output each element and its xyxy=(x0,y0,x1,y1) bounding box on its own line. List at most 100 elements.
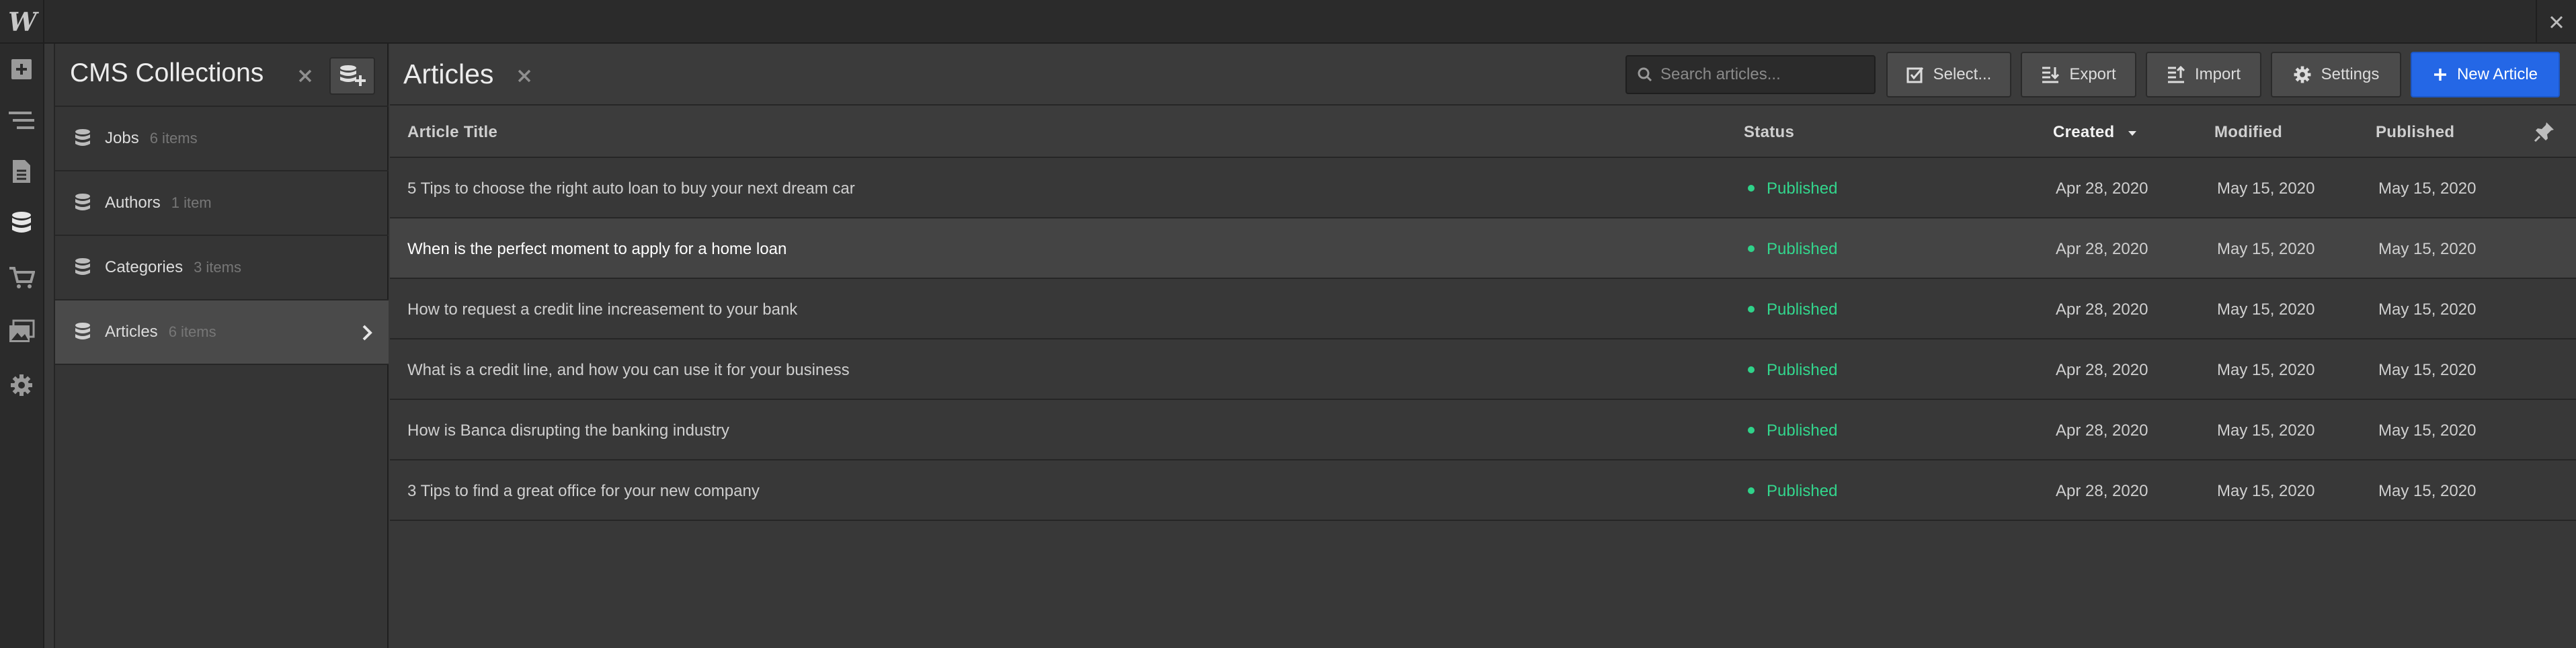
collection-name: Jobs xyxy=(105,129,139,147)
database-icon xyxy=(75,258,90,275)
export-button[interactable]: Export xyxy=(2021,52,2136,97)
created-date: Apr 28, 2020 xyxy=(2056,240,2148,258)
database-icon xyxy=(75,323,90,339)
status-dot xyxy=(1748,245,1755,252)
settings-button[interactable]: Settings xyxy=(2271,52,2401,97)
new-article-button[interactable]: New Article xyxy=(2411,52,2560,97)
settings-tool-button[interactable] xyxy=(0,360,43,411)
column-header-status[interactable]: Status xyxy=(1744,123,1794,142)
top-bar: W xyxy=(0,0,2576,44)
collection-name: Authors xyxy=(105,194,161,212)
modified-date: May 15, 2020 xyxy=(2217,482,2315,500)
table-row[interactable]: How to request a credit line increasemen… xyxy=(390,279,2576,339)
assets-button[interactable] xyxy=(0,306,43,357)
collection-count: 1 item xyxy=(171,194,212,211)
close-icon xyxy=(298,69,312,83)
published-date: May 15, 2020 xyxy=(2378,421,2477,440)
status-dot xyxy=(1748,366,1755,373)
pin-icon[interactable] xyxy=(2533,120,2556,143)
article-title: 5 Tips to choose the right auto loan to … xyxy=(407,179,855,198)
status-badge: Published xyxy=(1767,421,1838,440)
import-icon xyxy=(2167,66,2185,83)
table-row[interactable]: How is Banca disrupting the banking indu… xyxy=(390,400,2576,460)
table-header: Article Title Status Created Modified Pu… xyxy=(390,106,2576,158)
published-date: May 15, 2020 xyxy=(2378,240,2477,258)
images-icon xyxy=(9,319,35,342)
close-icon xyxy=(518,69,531,83)
page-title: Articles xyxy=(403,58,494,89)
add-panel-button[interactable] xyxy=(0,44,43,95)
logo-text: W xyxy=(8,7,37,37)
status-dot xyxy=(1748,487,1755,494)
created-date: Apr 28, 2020 xyxy=(2056,300,2148,319)
published-date: May 15, 2020 xyxy=(2378,179,2477,198)
collection-item-authors[interactable]: Authors 1 item xyxy=(55,171,389,236)
chevron-right-icon xyxy=(362,325,372,341)
collection-item-articles[interactable]: Articles 6 items xyxy=(55,300,389,365)
collection-name: Articles xyxy=(105,323,158,341)
created-header-label: Created xyxy=(2053,123,2115,141)
search-icon xyxy=(1638,67,1652,82)
published-date: May 15, 2020 xyxy=(2378,361,2477,379)
article-title: What is a credit line, and how you can u… xyxy=(407,361,850,379)
status-badge: Published xyxy=(1767,179,1838,198)
ecommerce-button[interactable] xyxy=(0,252,43,303)
articles-header: Articles Select... Export Import Setting… xyxy=(390,44,2576,106)
modified-date: May 15, 2020 xyxy=(2217,421,2315,440)
article-title: How is Banca disrupting the banking indu… xyxy=(407,421,729,440)
modified-date: May 15, 2020 xyxy=(2217,300,2315,319)
database-icon xyxy=(75,194,90,210)
new-article-label: New Article xyxy=(2456,65,2538,83)
settings-label: Settings xyxy=(2321,65,2380,83)
export-label: Export xyxy=(2069,65,2116,83)
collection-item-categories[interactable]: Categories 3 items xyxy=(55,236,389,300)
column-header-published[interactable]: Published xyxy=(2376,123,2454,142)
close-collections-button[interactable] xyxy=(292,63,319,89)
table-row[interactable]: What is a credit line, and how you can u… xyxy=(390,339,2576,400)
close-icon xyxy=(2550,15,2563,28)
webflow-logo[interactable]: W xyxy=(0,0,44,44)
modified-date: May 15, 2020 xyxy=(2217,240,2315,258)
gear-icon xyxy=(2294,66,2311,83)
collection-item-jobs[interactable]: Jobs 6 items xyxy=(55,107,389,171)
status-dot xyxy=(1748,427,1755,434)
add-collection-button[interactable] xyxy=(329,57,375,95)
collections-header: CMS Collections xyxy=(55,44,389,107)
collection-count: 6 items xyxy=(168,323,216,340)
collection-count: 6 items xyxy=(149,130,198,147)
collection-count: 3 items xyxy=(194,259,241,276)
created-date: Apr 28, 2020 xyxy=(2056,361,2148,379)
search-input[interactable] xyxy=(1660,65,1862,84)
created-date: Apr 28, 2020 xyxy=(2056,482,2148,500)
column-header-modified[interactable]: Modified xyxy=(2214,123,2282,142)
modified-date: May 15, 2020 xyxy=(2217,361,2315,379)
pages-button[interactable] xyxy=(0,146,43,197)
column-header-created[interactable]: Created xyxy=(2053,123,2138,142)
cms-button[interactable] xyxy=(0,198,43,249)
select-button[interactable]: Select... xyxy=(1886,52,2011,97)
status-badge: Published xyxy=(1767,361,1838,379)
status-badge: Published xyxy=(1767,482,1838,500)
import-label: Import xyxy=(2194,65,2241,83)
table-row[interactable]: 3 Tips to find a great office for your n… xyxy=(390,460,2576,521)
import-button[interactable]: Import xyxy=(2146,52,2261,97)
status-dot xyxy=(1748,185,1755,192)
article-title: How to request a credit line increasemen… xyxy=(407,300,798,319)
database-icon xyxy=(12,212,31,233)
table-row[interactable]: When is the perfect moment to apply for … xyxy=(390,218,2576,279)
export-icon xyxy=(2042,67,2060,83)
close-designer-button[interactable] xyxy=(2536,0,2576,44)
table-row[interactable]: 5 Tips to choose the right auto loan to … xyxy=(390,158,2576,218)
status-badge: Published xyxy=(1767,240,1838,258)
status-badge: Published xyxy=(1767,300,1838,319)
close-collection-button[interactable] xyxy=(511,63,538,89)
navigator-button[interactable] xyxy=(0,95,43,146)
sort-desc-icon xyxy=(2128,130,2137,136)
plus-square-icon xyxy=(11,59,32,79)
article-title: 3 Tips to find a great office for your n… xyxy=(407,482,760,500)
cart-icon xyxy=(9,267,35,288)
navigator-icon xyxy=(9,112,34,129)
status-dot xyxy=(1748,306,1755,313)
column-header-title[interactable]: Article Title xyxy=(407,123,497,142)
gear-icon xyxy=(11,374,32,396)
